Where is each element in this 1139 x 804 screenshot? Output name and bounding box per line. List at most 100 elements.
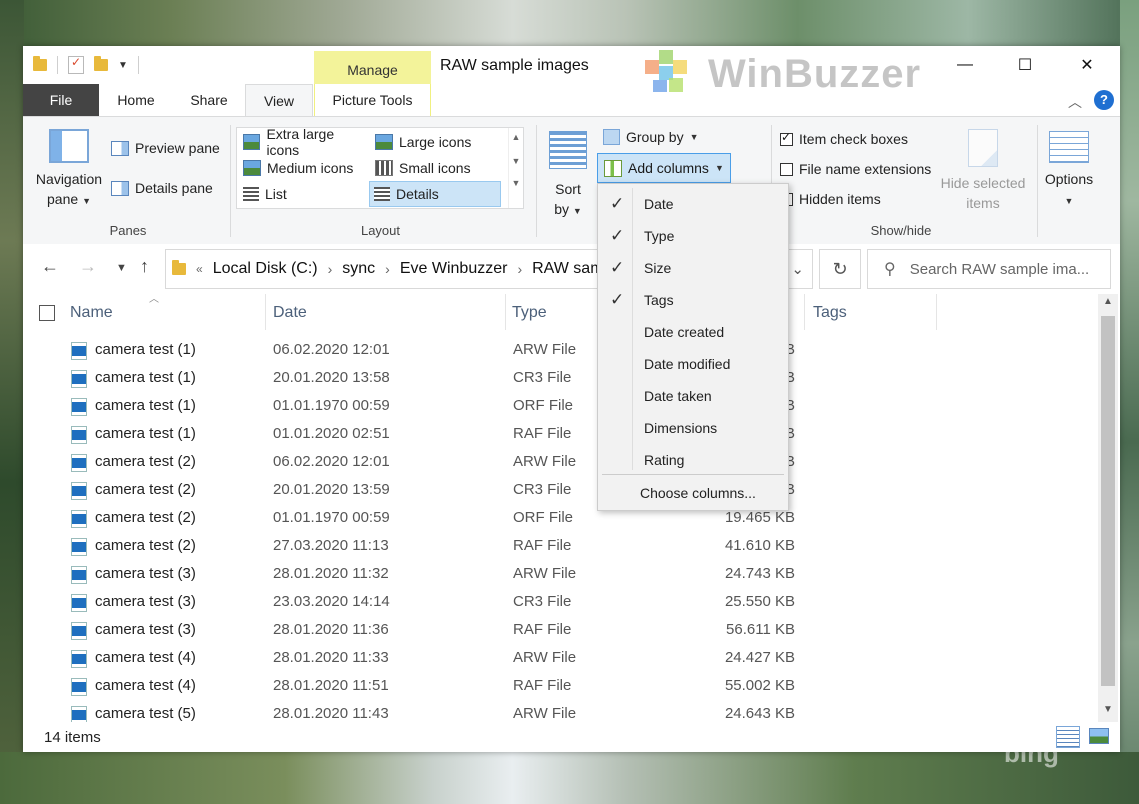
properties-icon[interactable] bbox=[68, 55, 84, 74]
table-row[interactable]: camera test (2) 27.03.2020 11:13 RAF File 4… bbox=[23, 532, 1098, 560]
table-row[interactable]: camera test (5) 28.01.2020 11:43 ARW File 2… bbox=[23, 700, 1098, 722]
image-file-icon bbox=[71, 622, 87, 640]
maximize-button[interactable]: ☐ bbox=[1002, 46, 1048, 84]
breadcrumb-eve-winbuzzer[interactable]: Eve Winbuzzer bbox=[400, 260, 508, 278]
sort-by-button[interactable]: Sort by ▼ bbox=[545, 131, 591, 221]
table-row[interactable]: camera test (4) 28.01.2020 11:33 ARW File 2… bbox=[23, 644, 1098, 672]
column-header-type[interactable]: Type bbox=[512, 294, 547, 330]
table-row[interactable]: camera test (2) 01.01.1970 00:59 ORF File 1… bbox=[23, 504, 1098, 532]
file-name-extensions-toggle[interactable]: File name extensions bbox=[780, 161, 931, 177]
panes-group-label: Panes bbox=[109, 223, 147, 238]
group-by-button[interactable]: Group by ▼ bbox=[603, 129, 699, 145]
large-icons-view-icon[interactable] bbox=[1089, 728, 1109, 744]
collapse-ribbon-icon[interactable]: ︿ bbox=[1068, 92, 1082, 112]
manage-context-tab[interactable]: Manage bbox=[314, 51, 431, 86]
minimize-button[interactable]: — bbox=[942, 46, 988, 84]
item-check-boxes-toggle[interactable]: Item check boxes bbox=[780, 130, 908, 147]
select-all-checkbox[interactable] bbox=[39, 305, 55, 321]
tab-file[interactable]: File bbox=[23, 84, 99, 116]
hidden-items-toggle[interactable]: Hidden items bbox=[780, 191, 881, 207]
refresh-icon[interactable]: ↻ bbox=[819, 249, 861, 289]
tab-home[interactable]: Home bbox=[103, 84, 169, 116]
large-icons-icon bbox=[375, 134, 393, 150]
menu-item-date-modified[interactable]: Date modified bbox=[598, 348, 788, 380]
table-row[interactable]: camera test (1) 06.02.2020 12:01 ARW File B bbox=[23, 336, 1098, 364]
close-button[interactable]: ✕ bbox=[1064, 46, 1110, 84]
menu-item-date-created[interactable]: Date created bbox=[598, 316, 788, 348]
up-arrow-icon[interactable]: ↑ bbox=[140, 256, 149, 277]
add-columns-button[interactable]: Add columns ▼ bbox=[597, 153, 731, 183]
toolbar-divider bbox=[137, 56, 139, 74]
tab-view[interactable]: View bbox=[245, 84, 313, 117]
large-icons-label: Large icons bbox=[399, 134, 472, 150]
scroll-up-icon[interactable]: ▲ bbox=[1103, 296, 1113, 307]
table-row[interactable]: camera test (1) 01.01.1970 00:59 ORF File B bbox=[23, 392, 1098, 420]
table-row[interactable]: camera test (2) 06.02.2020 12:01 ARW File B bbox=[23, 448, 1098, 476]
tab-picture-tools[interactable]: Picture Tools bbox=[314, 84, 431, 116]
breadcrumb-local-disk[interactable]: Local Disk (C:) bbox=[213, 260, 318, 278]
table-row[interactable]: camera test (3) 23.03.2020 14:14 CR3 File 2… bbox=[23, 588, 1098, 616]
file-name-extensions-checkbox[interactable] bbox=[780, 162, 793, 176]
layout-details[interactable]: Details bbox=[369, 181, 501, 207]
layout-gallery-scroll[interactable]: ▲ ▼ ▼ bbox=[508, 128, 523, 208]
menu-item-type[interactable]: ✓ Type bbox=[598, 220, 788, 252]
file-list: ︿ Name Date Type Tags camera test (1) 06.… bbox=[23, 294, 1098, 722]
chevron-right-icon[interactable]: › bbox=[385, 261, 390, 277]
menu-item-size[interactable]: ✓ Size bbox=[598, 252, 788, 284]
details-view-icon[interactable] bbox=[1056, 726, 1080, 748]
layout-list[interactable]: List bbox=[239, 182, 367, 206]
folder-icon[interactable] bbox=[33, 56, 47, 71]
menu-item-dimensions[interactable]: Dimensions bbox=[598, 412, 788, 444]
menu-item-rating[interactable]: Rating bbox=[598, 444, 788, 476]
chevron-right-icon[interactable]: › bbox=[517, 261, 522, 277]
menu-item-tags[interactable]: ✓ Tags bbox=[598, 284, 788, 316]
forward-arrow-icon[interactable]: → bbox=[79, 256, 97, 277]
layout-small-icons[interactable]: Small icons bbox=[371, 156, 499, 180]
vertical-scrollbar[interactable]: ▲ ▼ bbox=[1098, 294, 1118, 722]
column-header-date[interactable]: Date bbox=[273, 294, 307, 330]
table-row[interactable]: camera test (4) 28.01.2020 11:51 RAF File 5… bbox=[23, 672, 1098, 700]
column-divider[interactable] bbox=[804, 294, 805, 330]
breadcrumb-sync[interactable]: sync bbox=[342, 260, 375, 278]
table-row[interactable]: camera test (3) 28.01.2020 11:32 ARW File 2… bbox=[23, 560, 1098, 588]
column-divider[interactable] bbox=[936, 294, 937, 330]
layout-extra-large-icons[interactable]: Extra large icons bbox=[239, 126, 367, 158]
scroll-down-icon[interactable]: ▼ bbox=[1103, 704, 1113, 715]
hide-selected-icon bbox=[968, 129, 998, 167]
customize-toolbar-icon[interactable]: ▼ bbox=[118, 60, 128, 71]
image-file-icon bbox=[71, 706, 87, 722]
new-folder-icon[interactable] bbox=[94, 56, 108, 71]
help-icon[interactable]: ? bbox=[1094, 90, 1114, 110]
column-divider[interactable] bbox=[265, 294, 266, 330]
choose-columns-menu-item[interactable]: Choose columns... bbox=[598, 477, 788, 509]
chevron-down-icon[interactable]: ⌄ bbox=[791, 260, 804, 278]
scrollbar-thumb[interactable] bbox=[1101, 316, 1115, 686]
overflow-crumb-icon[interactable]: « bbox=[196, 262, 203, 276]
back-arrow-icon[interactable]: ← bbox=[41, 256, 59, 277]
file-type: RAF File bbox=[513, 537, 572, 554]
search-box[interactable]: ⚲ Search RAW sample ima... bbox=[867, 249, 1111, 289]
navigation-pane-button[interactable]: Navigation pane ▼ bbox=[33, 129, 105, 211]
item-check-boxes-checkbox[interactable] bbox=[780, 130, 793, 146]
file-date: 28.01.2020 11:33 bbox=[273, 649, 389, 666]
options-button[interactable]: Options ▼ bbox=[1041, 131, 1097, 211]
table-row[interactable]: camera test (1) 01.01.2020 02:51 RAF File B bbox=[23, 420, 1098, 448]
layout-medium-icons[interactable]: Medium icons bbox=[239, 156, 367, 180]
table-row[interactable]: camera test (1) 20.01.2020 13:58 CR3 File B bbox=[23, 364, 1098, 392]
window-title: RAW sample images bbox=[440, 57, 589, 74]
column-header-tags[interactable]: Tags bbox=[813, 294, 847, 330]
tab-share[interactable]: Share bbox=[177, 84, 241, 116]
hide-selected-items-button[interactable]: Hide selected items bbox=[938, 129, 1028, 213]
recent-locations-icon[interactable]: ▼ bbox=[116, 262, 127, 274]
table-row[interactable]: camera test (2) 20.01.2020 13:59 CR3 File B bbox=[23, 476, 1098, 504]
column-header-name[interactable]: Name bbox=[70, 294, 113, 330]
menu-item-date-taken[interactable]: Date taken bbox=[598, 380, 788, 412]
details-pane-button[interactable]: Details pane bbox=[111, 180, 213, 196]
preview-pane-button[interactable]: Preview pane bbox=[111, 140, 220, 156]
column-divider[interactable] bbox=[505, 294, 506, 330]
file-size: 25.550 KB bbox=[724, 593, 795, 610]
table-row[interactable]: camera test (3) 28.01.2020 11:36 RAF File 5… bbox=[23, 616, 1098, 644]
layout-large-icons[interactable]: Large icons bbox=[371, 130, 499, 154]
chevron-right-icon[interactable]: › bbox=[328, 261, 333, 277]
menu-item-date[interactable]: ✓ Date bbox=[598, 188, 788, 220]
